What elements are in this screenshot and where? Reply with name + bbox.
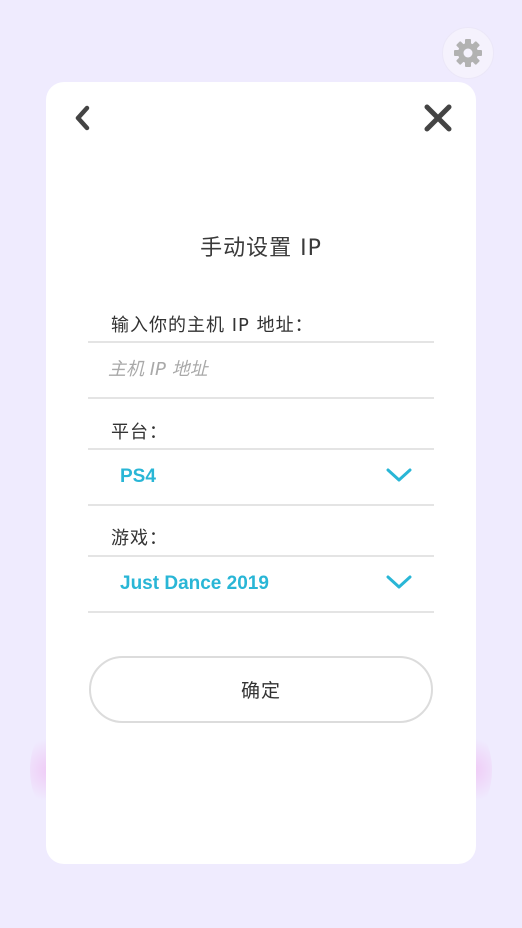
dialog-title: 手动设置 IP — [200, 236, 322, 261]
platform-selected-value: PS4 — [120, 466, 156, 487]
manual-ip-dialog: 手动设置 IP 输入你的主机 IP 地址： 平台： PS4 游戏： Just D… — [46, 82, 476, 864]
platform-select[interactable]: PS4 — [88, 450, 434, 504]
chevron-down-icon — [386, 574, 412, 594]
platform-label: 平台： — [111, 422, 168, 443]
game-select[interactable]: Just Dance 2019 — [88, 557, 434, 611]
divider — [88, 504, 434, 506]
ip-field-label: 输入你的主机 IP 地址： — [111, 315, 314, 336]
ip-address-input[interactable] — [108, 352, 428, 386]
gear-icon — [451, 36, 485, 70]
settings-button[interactable] — [442, 27, 494, 79]
chevron-down-icon — [386, 467, 412, 487]
confirm-button[interactable]: 确定 — [89, 656, 433, 723]
back-button[interactable] — [68, 104, 98, 136]
divider — [88, 397, 434, 399]
close-button[interactable] — [420, 102, 456, 138]
confirm-button-label: 确定 — [240, 680, 281, 702]
chevron-left-icon — [73, 103, 93, 137]
close-icon — [422, 102, 454, 138]
divider — [88, 611, 434, 613]
game-label: 游戏： — [111, 528, 168, 549]
divider — [88, 341, 434, 343]
game-selected-value: Just Dance 2019 — [120, 573, 269, 594]
